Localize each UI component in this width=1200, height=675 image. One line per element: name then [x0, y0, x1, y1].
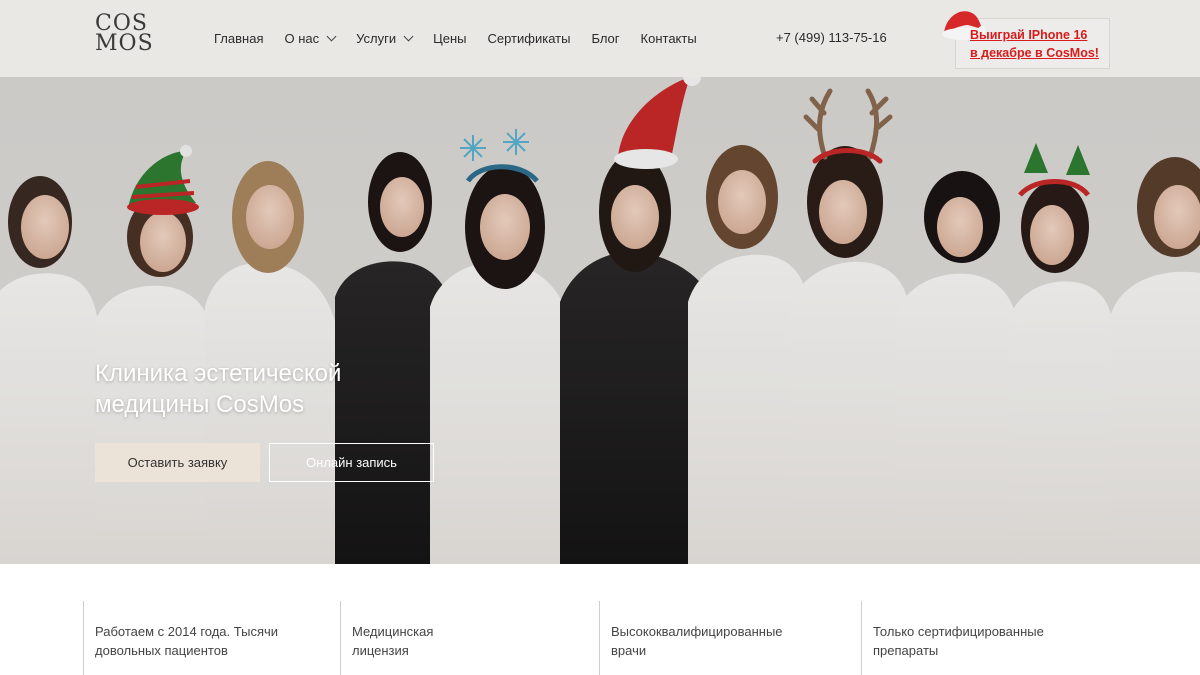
nav-item-about[interactable]: О нас [284, 31, 337, 46]
request-button[interactable]: Оставить заявку [95, 443, 260, 482]
feature-license: Медицинская лицензия [340, 601, 580, 675]
promo-banner[interactable]: Выиграй IPhone 16 в декабре в CosMos! [942, 11, 1110, 69]
chevron-down-icon [326, 31, 337, 42]
team-photo [0, 77, 1200, 564]
nav-item-services[interactable]: Услуги [356, 31, 414, 46]
feature-doctors: Высококвалифицированные врачи [599, 601, 839, 675]
features-strip: Работаем с 2014 года. Тысячи довольных п… [0, 564, 1200, 675]
chevron-down-icon [403, 31, 414, 42]
feature-certified: Только сертифицированные препараты [861, 601, 1101, 675]
online-booking-button[interactable]: Онлайн запись [269, 443, 434, 482]
hero-title: Клиника эстетической медицины CosMos [95, 360, 342, 418]
main-nav: Главная О нас Услуги Цены Сертификаты Бл… [214, 0, 718, 77]
nav-item-home[interactable]: Главная [214, 31, 263, 46]
nav-item-certificates[interactable]: Сертификаты [487, 31, 570, 46]
site-header: COS MOS Главная О нас Услуги Цены Сертиф… [0, 0, 1200, 77]
nav-item-blog[interactable]: Блог [591, 31, 619, 46]
nav-item-contacts[interactable]: Контакты [641, 31, 697, 46]
logo-line-2: MOS [95, 31, 154, 56]
promo-text: Выиграй IPhone 16 в декабре в CosMos! [970, 28, 1099, 60]
phone-link[interactable]: +7 (499) 113-75-16 [776, 30, 887, 45]
logo[interactable]: COS MOS [95, 13, 159, 56]
nav-item-prices[interactable]: Цены [433, 31, 466, 46]
feature-experience: Работаем с 2014 года. Тысячи довольных п… [83, 601, 323, 675]
hero-section: Клиника эстетической медицины CosMos Ост… [0, 77, 1200, 564]
